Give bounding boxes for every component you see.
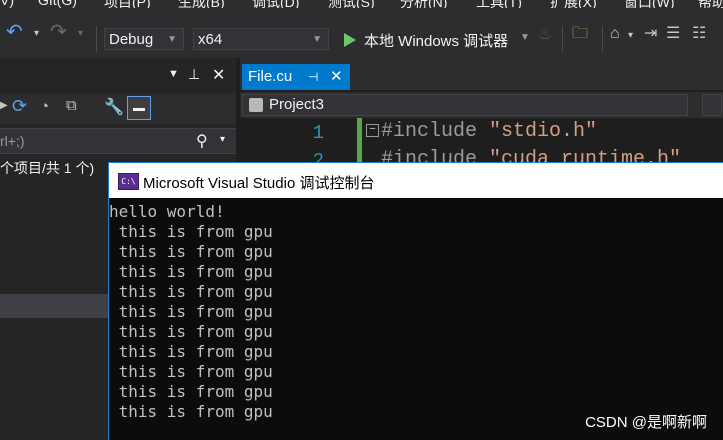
close-icon[interactable]: ✕ — [330, 64, 343, 90]
chevron-down-icon[interactable]: ▾ — [628, 26, 633, 46]
history-icon[interactable]: ◔ — [40, 98, 49, 115]
project-icon — [249, 98, 263, 112]
chevron-down-icon: ▼ — [167, 34, 177, 45]
console-line: this is from gpu — [109, 262, 273, 281]
collapse-icon[interactable]: − — [366, 124, 379, 137]
pin-icon[interactable]: ⊥ — [188, 66, 200, 83]
menu-item-window[interactable]: 窗口(W) — [624, 0, 675, 8]
tab-file-cu[interactable]: File.cu ⊣ ✕ — [242, 64, 350, 90]
line-number: 2 — [312, 150, 324, 162]
toolbar-separator — [562, 26, 563, 52]
watermark: CSDN @是啊新啊 — [585, 414, 707, 431]
console-app-icon: C:\ — [118, 173, 139, 190]
menu-item-test[interactable]: 测试(S) — [328, 0, 375, 8]
code-directive: #include — [381, 120, 490, 143]
change-indicator — [357, 118, 362, 162]
code-line: #include "stdio.h" — [381, 120, 597, 143]
console-line: hello world! — [109, 202, 225, 221]
toolbar-separator — [602, 26, 603, 52]
configuration-select[interactable]: Debug ▼ — [104, 28, 184, 50]
solution-status-text: 个项目/共 1 个) — [0, 160, 95, 176]
console-line: this is from gpu — [109, 322, 273, 341]
solution-explorer-toolbar: ▶ ⟳ ◔ ⧉ 🔧 — [0, 94, 236, 124]
line-number: 1 — [312, 122, 324, 144]
menu-item-view[interactable]: V) — [0, 0, 14, 8]
navigation-bar: Project3 — [240, 92, 723, 118]
console-line: this is from gpu — [109, 282, 273, 301]
project-name: Project3 — [269, 96, 325, 113]
scope-select[interactable] — [702, 94, 722, 116]
console-line: this is from gpu — [109, 362, 273, 381]
console-line: this is from gpu — [109, 302, 273, 321]
panel-titlebar: ▼ ⊥ ✕ — [0, 66, 236, 90]
undo-icon[interactable]: ↶ — [6, 22, 23, 42]
tab-label: File.cu — [248, 68, 293, 85]
code-directive: #include — [381, 148, 490, 162]
minus-icon — [133, 108, 145, 111]
comment-icon[interactable]: ☰ — [666, 24, 680, 44]
selected-tree-item[interactable] — [0, 294, 110, 318]
close-icon[interactable]: ✕ — [212, 65, 225, 85]
undo-dropdown-icon[interactable]: ▾ — [34, 24, 39, 44]
sync-icon[interactable]: ⟳ — [12, 96, 27, 117]
wrench-icon[interactable]: 🔧 — [104, 97, 124, 117]
code-editor[interactable]: 1 2 − #include "stdio.h" #include "cuda_… — [240, 118, 723, 162]
menu-item-build[interactable]: 生成(B) — [178, 0, 225, 8]
menu-item-extensions[interactable]: 扩展(X) — [550, 0, 597, 8]
search-icon: ⚲ — [196, 133, 208, 150]
menu-item-help[interactable]: 帮助(H) — [698, 0, 723, 8]
console-line: this is from gpu — [109, 222, 273, 241]
preview-toggle-button[interactable] — [127, 96, 151, 120]
chevron-down-icon[interactable]: ▾ — [220, 134, 225, 145]
toolbar: ↶ ▾ ↷ ▾ Debug ▼ x64 ▼ 本地 Windows 调试器 ▼ ♨… — [0, 8, 723, 58]
code-string: "stdio.h" — [489, 120, 598, 143]
start-debugger-label: 本地 Windows 调试器 — [364, 33, 509, 50]
redo-dropdown-icon[interactable]: ▾ — [78, 24, 83, 44]
menu-item-git[interactable]: GIt(G) — [38, 0, 77, 8]
chevron-down-icon: ▼ — [520, 32, 530, 43]
copy-icon[interactable]: ⧉ — [66, 97, 77, 114]
debug-console-window[interactable]: C:\ Microsoft Visual Studio 调试控制台 hello … — [108, 162, 723, 440]
editor-tab-strip: File.cu ⊣ ✕ — [240, 58, 723, 90]
dropdown-icon[interactable]: ▼ — [168, 68, 179, 80]
folder-search-icon[interactable]: 🗀 — [572, 24, 588, 44]
platform-select[interactable]: x64 ▼ — [193, 28, 329, 50]
console-line: this is from gpu — [109, 242, 273, 261]
menu-item-tools[interactable]: 工具(T) — [476, 0, 522, 8]
menu-item-project[interactable]: 项目(P) — [104, 0, 151, 8]
chevron-down-icon: ▼ — [312, 34, 322, 45]
uncomment-icon[interactable]: ☷ — [692, 24, 706, 44]
indent-icon[interactable]: ⇥ — [644, 24, 657, 44]
menu-item-debug[interactable]: 调试(D) — [252, 0, 299, 8]
console-titlebar[interactable]: C:\ Microsoft Visual Studio 调试控制台 — [109, 162, 723, 198]
console-title: Microsoft Visual Studio 调试控制台 — [143, 175, 375, 192]
code-line: #include "cuda_runtime.h" — [381, 148, 681, 162]
console-line: this is from gpu — [109, 342, 273, 361]
search-placeholder: rl+;) — [0, 133, 25, 149]
project-select[interactable]: Project3 — [242, 94, 688, 116]
code-string: "cuda_runtime.h" — [489, 148, 682, 162]
configuration-value: Debug — [109, 31, 154, 48]
pin-icon[interactable]: ⊣ — [308, 64, 318, 90]
back-icon[interactable]: ▶ — [0, 100, 8, 111]
menu-item-analyze[interactable]: 分析(N) — [400, 0, 447, 8]
toolbar-separator — [96, 26, 97, 52]
solution-search-input[interactable]: rl+;) ⚲ ▾ — [0, 128, 236, 154]
platform-value: x64 — [198, 31, 223, 48]
redo-icon[interactable]: ↷ — [50, 22, 67, 42]
menu-bar: V) GIt(G) 项目(P) 生成(B) 调试(D) 测试(S) 分析(N) … — [0, 0, 723, 8]
home-icon[interactable]: ⌂ — [610, 24, 620, 44]
console-output: hello world! this is from gpu this is fr… — [109, 202, 723, 422]
console-line: this is from gpu — [109, 382, 273, 401]
play-icon — [344, 33, 356, 47]
hot-reload-icon[interactable]: ♨ — [538, 25, 552, 45]
